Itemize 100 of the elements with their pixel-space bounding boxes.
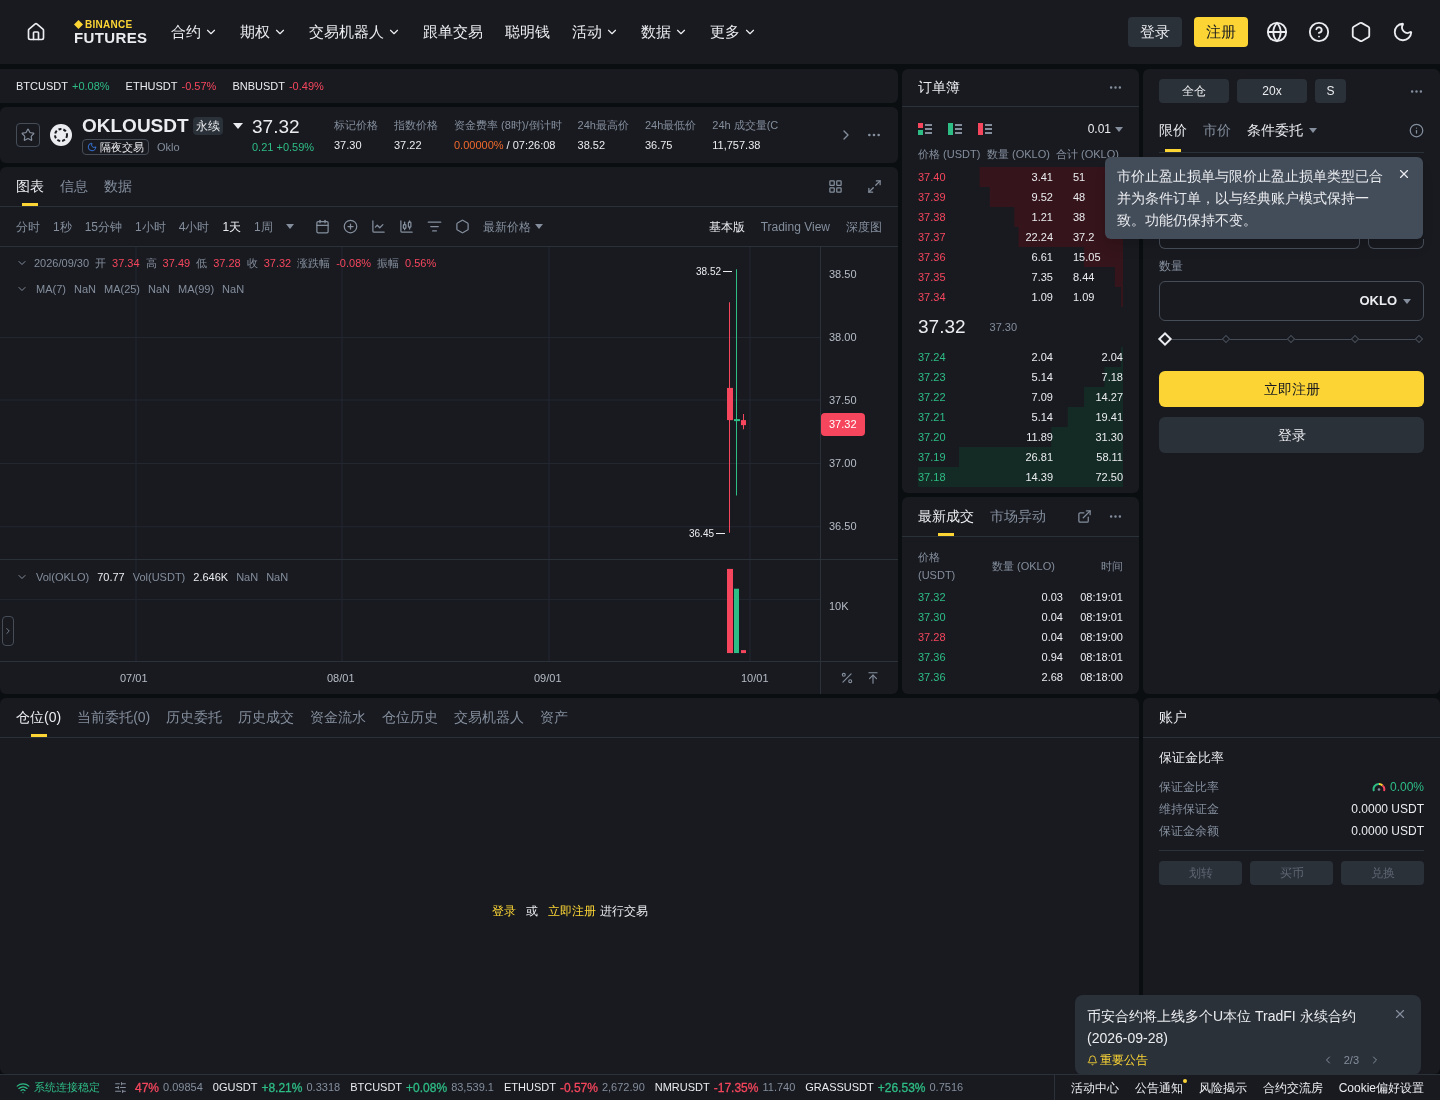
chart-view-tab[interactable]: Trading View bbox=[760, 217, 830, 236]
info-icon[interactable] bbox=[1409, 123, 1424, 138]
bid-price[interactable]: 37.23 bbox=[918, 368, 998, 386]
nav-menu-item[interactable]: 聪明钱 bbox=[505, 20, 551, 44]
footer-link[interactable]: 合约交流房 bbox=[1262, 1078, 1323, 1097]
bid-price[interactable]: 37.21 bbox=[918, 408, 998, 426]
tick-size-dropdown[interactable]: 0.01 bbox=[1087, 120, 1123, 138]
nav-menu-item[interactable]: 期权 bbox=[240, 20, 288, 44]
tab[interactable]: 图表 bbox=[16, 167, 44, 206]
close-icon[interactable] bbox=[1393, 1007, 1407, 1021]
tab[interactable]: 当前委托(0) bbox=[77, 698, 151, 737]
ask-price[interactable]: 37.34 bbox=[918, 288, 998, 306]
tab[interactable]: 最新成交 bbox=[918, 497, 974, 536]
tab[interactable]: 仓位历史 bbox=[382, 698, 439, 737]
nav-menu-item[interactable]: 交易机器人 bbox=[309, 20, 402, 44]
margin-mode-button[interactable]: 全仓 bbox=[1159, 79, 1229, 103]
tab[interactable]: 市场异动 bbox=[990, 497, 1046, 536]
nav-menu-item[interactable]: 活动 bbox=[572, 20, 620, 44]
announcement-text[interactable]: 币安合约将上线多个U本位 TradFI 永续合约 (2026-09-28) bbox=[1087, 1005, 1409, 1049]
logo[interactable]: BINANCE FUTURES bbox=[74, 19, 148, 45]
interval-option[interactable]: 15分钟 bbox=[84, 217, 123, 236]
ask-price[interactable]: 37.35 bbox=[918, 268, 998, 286]
order-type-tab[interactable]: 市价 bbox=[1203, 109, 1231, 152]
ask-price[interactable]: 37.38 bbox=[918, 208, 998, 226]
both-sides-layout-icon[interactable] bbox=[918, 123, 932, 135]
candlestick-icon[interactable] bbox=[398, 219, 414, 234]
ticker-symbol[interactable]: BTCUSDT bbox=[16, 77, 68, 95]
interval-option[interactable]: 1秒 bbox=[53, 217, 72, 236]
interval-option[interactable]: 1小时 bbox=[135, 217, 166, 236]
ticker-symbol[interactable]: 0GUSDT bbox=[212, 1078, 258, 1097]
login-button[interactable]: 登录 bbox=[1159, 417, 1424, 453]
order-type-tab[interactable]: 限价 bbox=[1159, 109, 1187, 152]
layout-grid-icon[interactable] bbox=[828, 179, 843, 194]
footer-link[interactable]: 公告通知 bbox=[1134, 1078, 1183, 1097]
register-link[interactable]: 立即注册 bbox=[547, 902, 596, 920]
register-button[interactable]: 注册 bbox=[1194, 17, 1248, 47]
percent-icon[interactable] bbox=[839, 671, 854, 685]
login-button[interactable]: 登录 bbox=[1128, 17, 1182, 47]
quantity-input-field[interactable]: OKLO bbox=[1159, 281, 1424, 321]
price-type-dropdown[interactable]: 最新价格 bbox=[482, 217, 543, 236]
bids-layout-icon[interactable] bbox=[948, 123, 962, 135]
symbol-name[interactable]: OKLOUSDT bbox=[82, 114, 189, 139]
tab[interactable]: 仓位(0) bbox=[16, 698, 62, 737]
tab[interactable]: 资产 bbox=[540, 698, 569, 737]
moon-icon[interactable] bbox=[1392, 21, 1414, 43]
margin-mode-button[interactable]: S bbox=[1315, 79, 1346, 103]
unit-label[interactable]: OKLO bbox=[1359, 291, 1397, 311]
nav-menu-item[interactable]: 更多 bbox=[710, 20, 758, 44]
nav-menu-item[interactable]: 数据 bbox=[641, 20, 689, 44]
chart-view-tab[interactable]: 基本版 bbox=[708, 217, 745, 236]
asks-layout-icon[interactable] bbox=[978, 123, 992, 135]
interval-option[interactable]: 1天 bbox=[222, 217, 242, 236]
footer-link[interactable]: Cookie偏好设置 bbox=[1338, 1078, 1424, 1097]
interval-option[interactable]: 4小时 bbox=[178, 217, 210, 236]
ask-price[interactable]: 37.40 bbox=[918, 168, 998, 186]
plus-circle-icon[interactable] bbox=[342, 219, 358, 234]
tab[interactable]: 数据 bbox=[104, 167, 132, 206]
line-chart-icon[interactable] bbox=[370, 219, 386, 234]
sliders-icon[interactable] bbox=[114, 1081, 127, 1094]
close-icon[interactable] bbox=[1397, 167, 1411, 181]
tab[interactable]: 资金流水 bbox=[310, 698, 367, 737]
ticker-symbol[interactable]: ETHUSDT bbox=[125, 77, 178, 95]
footer-link[interactable]: 活动中心 bbox=[1070, 1078, 1119, 1097]
bid-price[interactable]: 37.18 bbox=[918, 468, 998, 486]
bid-price[interactable]: 37.20 bbox=[918, 428, 998, 446]
footer-link[interactable]: 风险揭示 bbox=[1198, 1078, 1247, 1097]
margin-mode-button[interactable]: 20x bbox=[1237, 79, 1307, 103]
nav-menu-item[interactable]: 跟单交易 bbox=[423, 20, 484, 44]
caret-icon[interactable] bbox=[232, 123, 243, 130]
interval-option[interactable]: 分时 bbox=[16, 217, 40, 236]
order-type-tab[interactable]: 条件委托 bbox=[1247, 109, 1317, 152]
nav-menu-item[interactable]: 合约 bbox=[171, 20, 219, 44]
ticker-symbol[interactable]: BNBUSDT bbox=[232, 77, 285, 95]
bid-price[interactable]: 37.24 bbox=[918, 348, 998, 366]
tab[interactable]: 历史委托 bbox=[166, 698, 223, 737]
favorite-star-button[interactable] bbox=[16, 123, 40, 147]
ticker-symbol[interactable]: BTCUSDT bbox=[350, 1078, 403, 1097]
ticker-symbol[interactable]: ETHUSDT bbox=[503, 1078, 556, 1097]
fullscreen-icon[interactable] bbox=[867, 179, 882, 194]
ask-price[interactable]: 37.39 bbox=[918, 188, 998, 206]
bid-price[interactable]: 37.22 bbox=[918, 388, 998, 406]
tab[interactable]: 历史成交 bbox=[238, 698, 295, 737]
register-button[interactable]: 立即注册 bbox=[1159, 371, 1424, 407]
ticker-symbol[interactable]: NMRUSDT bbox=[654, 1078, 710, 1097]
overnight-trading-badge[interactable]: 隔夜交易 bbox=[82, 139, 149, 156]
login-link[interactable]: 登录 bbox=[491, 902, 516, 920]
tab[interactable]: 交易机器人 bbox=[454, 698, 525, 737]
filter-icon[interactable] bbox=[426, 219, 442, 234]
ask-price[interactable]: 37.36 bbox=[918, 248, 998, 266]
tab[interactable]: 信息 bbox=[60, 167, 88, 206]
ask-price[interactable]: 37.37 bbox=[918, 228, 998, 246]
auto-scale-icon[interactable] bbox=[865, 671, 880, 685]
interval-option[interactable]: 1周 bbox=[254, 217, 273, 236]
chart-view-tab[interactable]: 深度图 bbox=[846, 217, 882, 236]
calendar-icon[interactable] bbox=[314, 219, 330, 234]
home-icon[interactable] bbox=[26, 22, 46, 42]
help-icon[interactable] bbox=[1308, 21, 1330, 43]
ticker-symbol[interactable]: GRASSUSDT bbox=[805, 1078, 874, 1097]
popout-icon[interactable] bbox=[1077, 509, 1092, 524]
bid-price[interactable]: 37.19 bbox=[918, 448, 998, 466]
